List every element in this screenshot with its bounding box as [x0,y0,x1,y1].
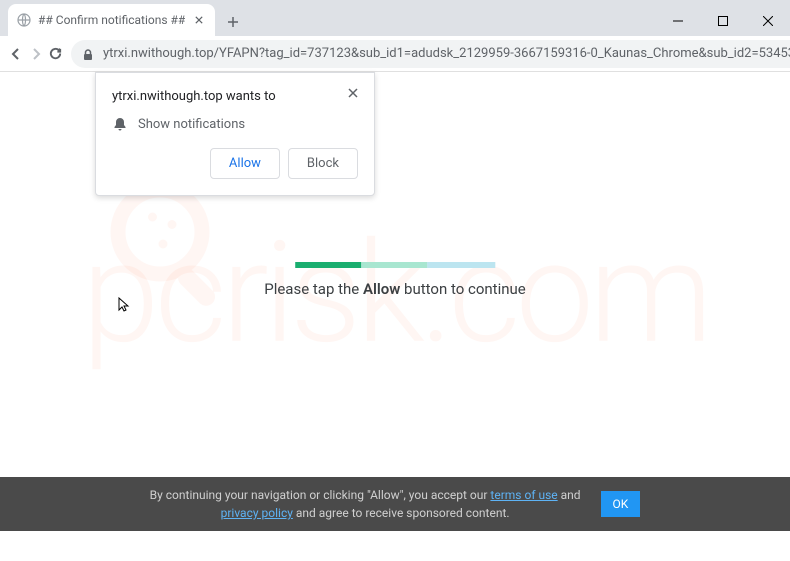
main-message: Please tap the Allow button to continue [264,262,526,298]
browser-toolbar: ytrxi.nwithough.top/YFAPN?tag_id=737123&… [0,36,790,72]
mouse-cursor-icon [118,297,134,313]
minimize-button[interactable] [655,6,700,36]
bell-icon [112,116,128,132]
lock-icon [81,47,95,61]
new-tab-button[interactable] [219,8,247,36]
terms-link[interactable]: terms of use [490,488,557,502]
consent-text: By continuing your navigation or clickin… [150,486,581,522]
reload-button[interactable] [48,40,63,68]
url-text: ytrxi.nwithough.top/YFAPN?tag_id=737123&… [103,46,790,61]
allow-button[interactable]: Allow [210,148,280,179]
consent-ok-button[interactable]: OK [601,491,641,517]
block-button[interactable]: Block [288,148,358,179]
instruction-text: Please tap the Allow button to continue [264,280,526,298]
address-bar[interactable]: ytrxi.nwithough.top/YFAPN?tag_id=737123&… [71,40,790,68]
permission-label: Show notifications [138,117,245,132]
notification-permission-popup: ytrxi.nwithough.top wants to Show notifi… [95,72,375,196]
tab-close-icon[interactable] [191,12,207,28]
consent-bar: By continuing your navigation or clickin… [0,477,790,531]
popup-close-icon[interactable] [348,83,364,99]
privacy-link[interactable]: privacy policy [221,506,293,520]
back-button[interactable] [8,40,24,68]
tab-bar: ## Confirm notifications ## [0,0,790,36]
forward-button[interactable] [28,40,44,68]
page-content: pcrisk.com ytrxi.nwithough.top wants to … [0,72,790,531]
close-window-button[interactable] [745,6,790,36]
progress-bar [295,262,495,268]
tab-title: ## Confirm notifications ## [38,13,185,27]
globe-icon [16,12,32,28]
maximize-button[interactable] [700,6,745,36]
popup-origin-text: ytrxi.nwithough.top wants to [112,89,358,104]
browser-tab[interactable]: ## Confirm notifications ## [8,4,215,36]
window-controls [655,6,790,36]
